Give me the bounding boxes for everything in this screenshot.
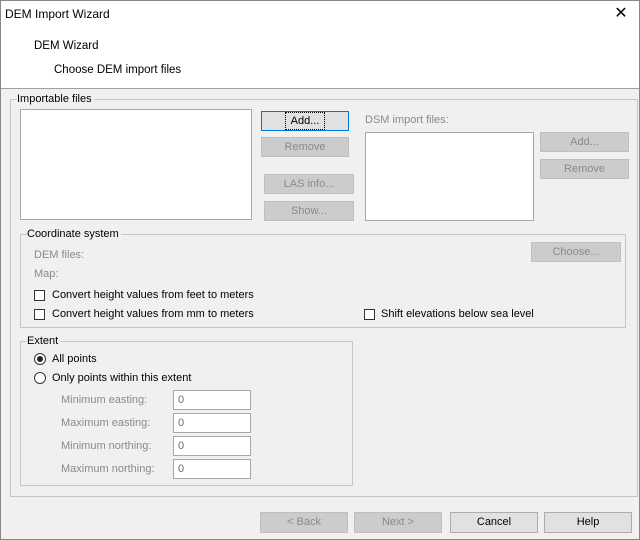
map-label: Map: (34, 268, 59, 280)
feet-to-meters-label[interactable]: Convert height values from feet to meter… (52, 289, 254, 301)
max-easting-input[interactable] (173, 413, 251, 433)
choose-button[interactable]: Choose... (531, 242, 621, 262)
dialog-window: DEM Import Wizard ✕ DEM Wizard Choose DE… (0, 0, 640, 540)
dsm-import-label: DSM import files: (365, 114, 449, 126)
min-northing-input[interactable] (173, 436, 251, 456)
shift-elevations-label[interactable]: Shift elevations below sea level (381, 308, 534, 320)
wizard-title: DEM Wizard (34, 40, 99, 52)
max-easting-label: Maximum easting: (61, 417, 151, 429)
importable-files-legend: Importable files (17, 93, 94, 106)
help-button[interactable]: Help (544, 512, 632, 533)
wizard-subtitle: Choose DEM import files (54, 64, 182, 76)
next-button[interactable]: Next > (354, 512, 442, 533)
min-easting-label: Minimum easting: (61, 394, 148, 406)
min-northing-label: Minimum northing: (61, 440, 152, 452)
show-button[interactable]: Show... (264, 201, 354, 221)
within-extent-radio[interactable] (34, 372, 46, 384)
las-info-button[interactable]: LAS info... (264, 174, 354, 194)
cancel-button[interactable]: Cancel (450, 512, 538, 533)
dsm-remove-button[interactable]: Remove (540, 159, 629, 179)
importable-files-list[interactable] (20, 109, 252, 220)
add-button[interactable]: Add... (261, 111, 349, 131)
dsm-import-list[interactable] (365, 132, 534, 221)
title-bar: DEM Import Wizard ✕ (1, 1, 639, 31)
back-button[interactable]: < Back (260, 512, 348, 533)
feet-to-meters-checkbox[interactable] (34, 290, 45, 301)
extent-legend: Extent (27, 335, 61, 348)
remove-button[interactable]: Remove (261, 137, 349, 157)
mm-to-meters-checkbox[interactable] (34, 309, 45, 320)
min-easting-input[interactable] (173, 390, 251, 410)
all-points-radio[interactable] (34, 353, 46, 365)
all-points-label[interactable]: All points (52, 353, 97, 365)
close-icon[interactable]: ✕ (611, 4, 631, 24)
dsm-add-button[interactable]: Add... (540, 132, 629, 152)
shift-elevations-checkbox[interactable] (364, 309, 375, 320)
wizard-header: DEM Wizard Choose DEM import files (1, 31, 639, 89)
mm-to-meters-label[interactable]: Convert height values from mm to meters (52, 308, 254, 320)
window-title: DEM Import Wizard (5, 7, 110, 21)
coordinate-system-legend: Coordinate system (27, 228, 121, 241)
dem-files-label: DEM files: (34, 249, 85, 261)
max-northing-input[interactable] (173, 459, 251, 479)
within-extent-label[interactable]: Only points within this extent (52, 372, 191, 384)
max-northing-label: Maximum northing: (61, 463, 155, 475)
